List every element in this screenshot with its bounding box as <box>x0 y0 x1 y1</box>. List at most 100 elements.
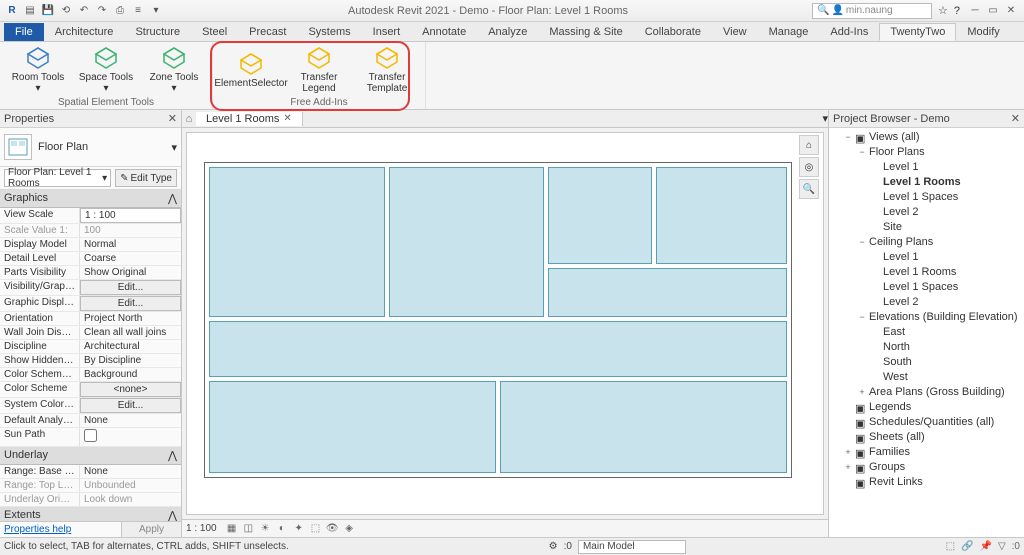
type-dropdown-icon[interactable]: ▾ <box>171 141 177 154</box>
tree-node[interactable]: Level 1 <box>831 160 1022 175</box>
search-box[interactable]: 🔍 👤 min.naung <box>812 3 932 19</box>
ribbon-tab-collaborate[interactable]: Collaborate <box>634 23 712 41</box>
ribbon-tab-annotate[interactable]: Annotate <box>411 23 477 41</box>
vc-style-icon[interactable]: ◫ <box>241 523 255 534</box>
elementselector-button[interactable]: ElementSelector <box>219 44 283 96</box>
qat-redo-icon[interactable]: ↷ <box>94 3 110 19</box>
instance-selector[interactable]: Floor Plan: Level 1 Rooms ▾ <box>4 169 111 187</box>
vc-detail-icon[interactable]: ▦ <box>225 523 239 534</box>
status-filter-icon[interactable]: ▽ <box>998 541 1006 552</box>
tree-node[interactable]: Level 1 <box>831 250 1022 265</box>
transfer-legend-button[interactable]: Transfer Legend <box>287 44 351 96</box>
qat-sync-icon[interactable]: ⟲ <box>58 3 74 19</box>
close-button[interactable]: ✕ <box>1002 3 1020 19</box>
view-scale-label[interactable]: 1 : 100 <box>186 523 217 534</box>
prop-row[interactable]: View Scale1 : 100 <box>0 208 181 224</box>
prop-row[interactable]: Display ModelNormal <box>0 238 181 252</box>
properties-help-link[interactable]: Properties help <box>0 522 121 537</box>
qat-measure-icon[interactable]: ≡ <box>130 3 146 19</box>
view-tab-close-icon[interactable]: ✕ <box>283 113 291 124</box>
tree-node[interactable]: ▣Revit Links <box>831 475 1022 490</box>
ribbon-tab-view[interactable]: View <box>712 23 758 41</box>
ribbon-tab-modify[interactable]: Modify <box>956 23 1010 41</box>
vc-crop-icon[interactable]: ⬚ <box>309 523 323 534</box>
tree-node[interactable]: Level 1 Rooms <box>831 175 1022 190</box>
ribbon-tab-massing---site[interactable]: Massing & Site <box>538 23 633 41</box>
tree-node[interactable]: +▣Groups <box>831 460 1022 475</box>
prop-row[interactable]: Underlay OrientationLook down <box>0 493 181 507</box>
tree-node[interactable]: Level 1 Spaces <box>831 190 1022 205</box>
help-icon[interactable]: ? <box>954 5 960 17</box>
qat-undo-icon[interactable]: ↶ <box>76 3 92 19</box>
tree-node[interactable]: Level 2 <box>831 295 1022 310</box>
home-view-icon[interactable]: ⌂ <box>182 113 196 125</box>
ribbon-tab-architecture[interactable]: Architecture <box>44 23 125 41</box>
prop-row[interactable]: Visibility/Graphics ...Edit... <box>0 280 181 296</box>
nav-home-icon[interactable]: ⌂ <box>799 135 819 155</box>
space-tools-button[interactable]: Space Tools▾ <box>74 44 138 96</box>
tree-node[interactable]: −▣Views (all) <box>831 130 1022 145</box>
tree-node[interactable]: ▣Sheets (all) <box>831 430 1022 445</box>
apply-button[interactable]: Apply <box>121 522 181 537</box>
ribbon-tab-twentytwo[interactable]: TwentyTwo <box>879 23 956 41</box>
tree-node[interactable]: −Floor Plans <box>831 145 1022 160</box>
room[interactable] <box>209 167 385 317</box>
prop-row[interactable]: System Color Sche...Edit... <box>0 398 181 414</box>
zone-tools-button[interactable]: Zone Tools▾ <box>142 44 206 96</box>
room[interactable] <box>500 381 787 473</box>
prop-row[interactable]: Sun Path <box>0 428 181 447</box>
room[interactable] <box>656 167 787 264</box>
tree-node[interactable]: North <box>831 340 1022 355</box>
prop-row[interactable]: Range: Top LevelUnbounded <box>0 479 181 493</box>
view-tab[interactable]: Level 1 Rooms ✕ <box>196 112 303 126</box>
nav-zoom-icon[interactable]: 🔍 <box>799 179 819 199</box>
prop-row[interactable]: Parts VisibilityShow Original <box>0 266 181 280</box>
tree-node[interactable]: East <box>831 325 1022 340</box>
status-worksets-icon[interactable]: ⚙ <box>549 541 558 552</box>
prop-row[interactable]: Default Analysis Dis...None <box>0 414 181 428</box>
prop-group[interactable]: Extents⋀ <box>0 507 181 521</box>
ribbon-tab-precast[interactable]: Precast <box>238 23 297 41</box>
drawing-canvas[interactable]: ⌂ ◎ 🔍 <box>186 132 824 515</box>
tree-node[interactable]: +▣Families <box>831 445 1022 460</box>
tree-node[interactable]: ▣Legends <box>831 400 1022 415</box>
qat-open-icon[interactable]: ▤ <box>22 3 38 19</box>
status-select-icon[interactable]: ⬚ <box>946 541 955 552</box>
vc-hide-icon[interactable]: 👁 <box>325 523 339 534</box>
prop-row[interactable]: Scale Value 1:100 <box>0 224 181 238</box>
room[interactable] <box>548 167 652 264</box>
ribbon-tab-structure[interactable]: Structure <box>124 23 191 41</box>
room-tools-button[interactable]: Room Tools▾ <box>6 44 70 96</box>
prop-row[interactable]: Range: Base LevelNone <box>0 465 181 479</box>
tree-node[interactable]: Level 1 Spaces <box>831 280 1022 295</box>
room[interactable] <box>548 268 787 317</box>
room[interactable] <box>209 321 787 377</box>
properties-close-icon[interactable]: ✕ <box>168 112 177 125</box>
prop-row[interactable]: Show Hidden LinesBy Discipline <box>0 354 181 368</box>
tree-node[interactable]: West <box>831 370 1022 385</box>
main-model-select[interactable]: Main Model <box>578 540 686 554</box>
prop-row[interactable]: Detail LevelCoarse <box>0 252 181 266</box>
favorites-icon[interactable]: ☆ <box>938 4 948 17</box>
prop-row[interactable]: Color Scheme<none> <box>0 382 181 398</box>
ribbon-tab-steel[interactable]: Steel <box>191 23 238 41</box>
ribbon-tab-systems[interactable]: Systems <box>297 23 361 41</box>
prop-group[interactable]: Underlay⋀ <box>0 447 181 465</box>
prop-row[interactable]: Wall Join DisplayClean all wall joins <box>0 326 181 340</box>
prop-row[interactable]: OrientationProject North <box>0 312 181 326</box>
vc-render-icon[interactable]: ✦ <box>292 523 306 534</box>
ribbon-tab-analyze[interactable]: Analyze <box>477 23 538 41</box>
ribbon-tab-file[interactable]: File <box>4 23 44 41</box>
status-link-icon[interactable]: 🔗 <box>961 541 973 552</box>
prop-group[interactable]: Graphics⋀ <box>0 190 181 208</box>
maximize-button[interactable]: ▭ <box>984 3 1002 19</box>
tree-node[interactable]: Level 1 Rooms <box>831 265 1022 280</box>
browser-close-icon[interactable]: ✕ <box>1011 112 1020 125</box>
tree-node[interactable]: +Area Plans (Gross Building) <box>831 385 1022 400</box>
room[interactable] <box>209 381 496 473</box>
nav-wheel-icon[interactable]: ◎ <box>799 157 819 177</box>
vc-sun-icon[interactable]: ☀ <box>258 523 272 534</box>
tree-node[interactable]: −Elevations (Building Elevation) <box>831 310 1022 325</box>
edit-type-button[interactable]: ✎Edit Type <box>115 169 177 187</box>
qat-dropdown-icon[interactable]: ▾ <box>148 3 164 19</box>
